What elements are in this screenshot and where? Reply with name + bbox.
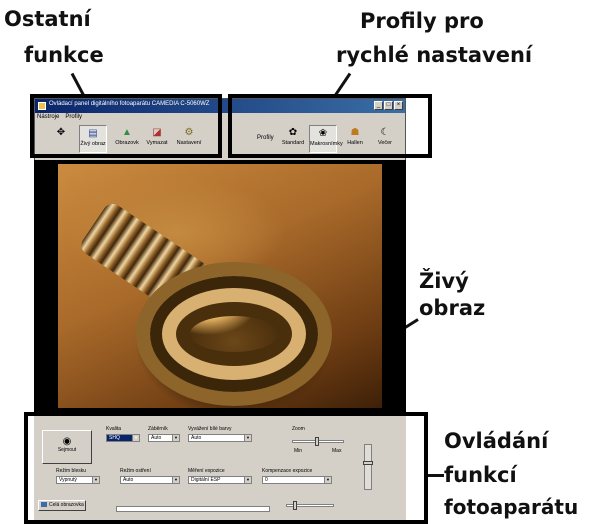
callout-live-line2: obraz [419, 296, 486, 320]
callout-live-line1: Živý [419, 269, 469, 293]
callout-camera-controls-line2: funkcí [444, 463, 517, 487]
highlight-frame-camera-controls [24, 412, 428, 524]
callout-profiles-line1: Profily pro [360, 9, 484, 33]
leader-line-camera-controls [428, 474, 444, 477]
callout-other-functions-line1: Ostatní [4, 7, 91, 31]
screw-head [136, 262, 332, 406]
callout-camera-controls-line1: Ovládání [444, 429, 549, 453]
live-image-screw-macro [58, 164, 382, 408]
callout-profiles-line2: rychlé nastavení [336, 43, 533, 67]
highlight-frame-profiles [228, 94, 432, 158]
highlight-frame-other-functions [30, 94, 222, 158]
callout-other-functions-line2: funkce [24, 43, 104, 67]
live-view-area [34, 160, 406, 412]
callout-camera-controls-line3: fotoaparátu [444, 495, 579, 519]
